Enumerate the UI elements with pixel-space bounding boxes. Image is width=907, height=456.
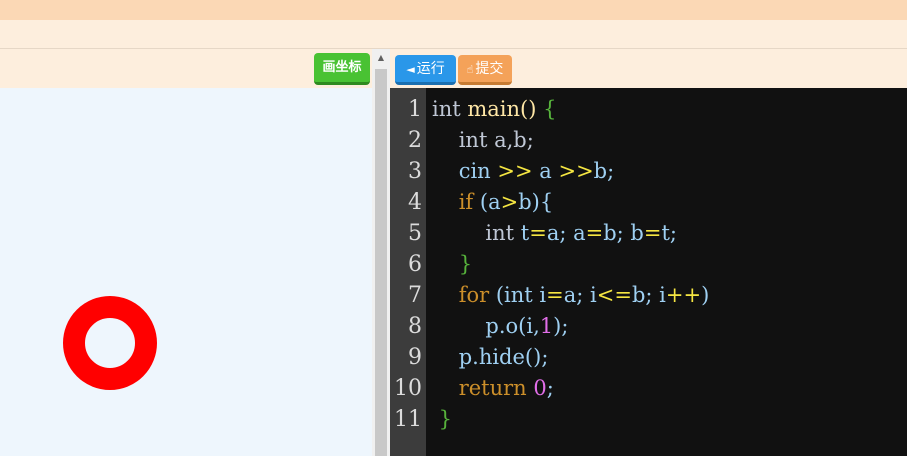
draw-coordinates-button[interactable]: 画坐标 xyxy=(314,53,370,85)
code-token: >> xyxy=(558,159,594,183)
code-token: ++ xyxy=(665,283,702,307)
code-token: p.hide(); xyxy=(432,345,549,369)
code-token: for xyxy=(458,283,490,307)
code-token: b; b xyxy=(603,221,644,245)
code-line: return 0; xyxy=(432,373,554,404)
code-line: int t=a; a=b; b=t; xyxy=(432,218,677,249)
line-number: 4 xyxy=(408,190,422,215)
line-number: 9 xyxy=(408,345,422,370)
code-token: a,b; xyxy=(494,128,534,152)
code-token: b; i xyxy=(631,283,666,307)
code-line: int a,b; xyxy=(432,125,534,156)
run-button[interactable]: ◄ 运行 xyxy=(395,55,456,85)
line-number: 11 xyxy=(394,407,422,432)
scroll-up-arrow-icon[interactable]: ▲ xyxy=(372,49,390,67)
code-token: a; i xyxy=(563,283,597,307)
code-line: } xyxy=(432,404,452,435)
line-number-gutter: 1 2 3 4 5 6 7 8 9 10 11 xyxy=(390,88,426,456)
hand-icon: ☝ xyxy=(466,63,474,76)
line-number: 5 xyxy=(408,221,422,246)
drawing-canvas[interactable] xyxy=(0,88,372,456)
code-token: return xyxy=(458,376,527,400)
top-bar xyxy=(0,0,907,20)
canvas-pane: 画坐标 xyxy=(0,49,372,456)
code-line: for (int i=a; i<=b; i++) xyxy=(432,280,710,311)
code-token: t xyxy=(520,221,530,245)
scrollbar-thumb[interactable] xyxy=(375,69,387,456)
code-token: = xyxy=(585,221,604,245)
code-line: cin >> a >>b; xyxy=(432,156,615,187)
secondary-bar xyxy=(0,20,907,49)
code-token: if xyxy=(458,190,474,214)
code-token: = xyxy=(546,283,564,307)
line-number: 10 xyxy=(394,376,422,401)
code-token: = xyxy=(529,221,547,245)
code-token: cin xyxy=(432,159,498,183)
code-token: a; a xyxy=(546,221,586,245)
line-number: 7 xyxy=(408,283,422,308)
code-token: ); xyxy=(553,314,569,338)
submit-button-label: 提交 xyxy=(475,61,504,77)
line-number: 1 xyxy=(408,97,422,122)
code-token: int xyxy=(432,97,461,121)
code-token: int xyxy=(432,221,521,245)
code-token: > xyxy=(500,190,519,214)
code-token: } xyxy=(432,407,453,431)
code-token: } xyxy=(432,252,473,276)
code-line: if (a>b){ xyxy=(432,187,554,218)
submit-button[interactable]: ☝ 提交 xyxy=(458,55,512,85)
code-token: int xyxy=(432,128,495,152)
code-token: { xyxy=(543,97,557,121)
code-token: ; xyxy=(546,376,554,400)
code-token: a xyxy=(532,159,559,183)
run-button-label: 运行 xyxy=(416,61,445,77)
code-token: (a xyxy=(473,190,501,214)
code-token: 0 xyxy=(533,376,547,400)
code-token: (int i xyxy=(489,283,547,307)
code-token: >> xyxy=(497,159,533,183)
canvas-toolbar: 画坐标 xyxy=(0,49,372,88)
line-number: 3 xyxy=(408,159,422,184)
code-token: b){ xyxy=(518,190,554,214)
line-number: 2 xyxy=(408,128,422,153)
code-token: b; xyxy=(593,159,615,183)
line-number: 6 xyxy=(408,252,422,277)
code-token: p.o(i, xyxy=(432,314,540,338)
code-token: main() xyxy=(460,97,544,121)
code-token: <= xyxy=(596,283,632,307)
code-line: } xyxy=(432,249,472,280)
code-line: p.hide(); xyxy=(432,342,549,373)
code-line: p.o(i,1); xyxy=(432,311,568,342)
red-ring-shape xyxy=(63,296,157,390)
run-arrow-icon: ◄ xyxy=(406,63,415,76)
code-line: int main() { xyxy=(432,94,556,125)
vertical-scrollbar[interactable]: ▲ xyxy=(372,49,390,456)
code-token: = xyxy=(643,221,662,245)
code-token: ) xyxy=(701,283,710,307)
editor-toolbar: ◄ 运行 ☝ 提交 xyxy=(390,49,907,88)
code-token: t; xyxy=(661,221,677,245)
line-number: 8 xyxy=(408,314,422,339)
code-token: 1 xyxy=(539,314,554,338)
code-editor[interactable]: 1 2 3 4 5 6 7 8 9 10 11 int main() { int… xyxy=(390,88,907,456)
